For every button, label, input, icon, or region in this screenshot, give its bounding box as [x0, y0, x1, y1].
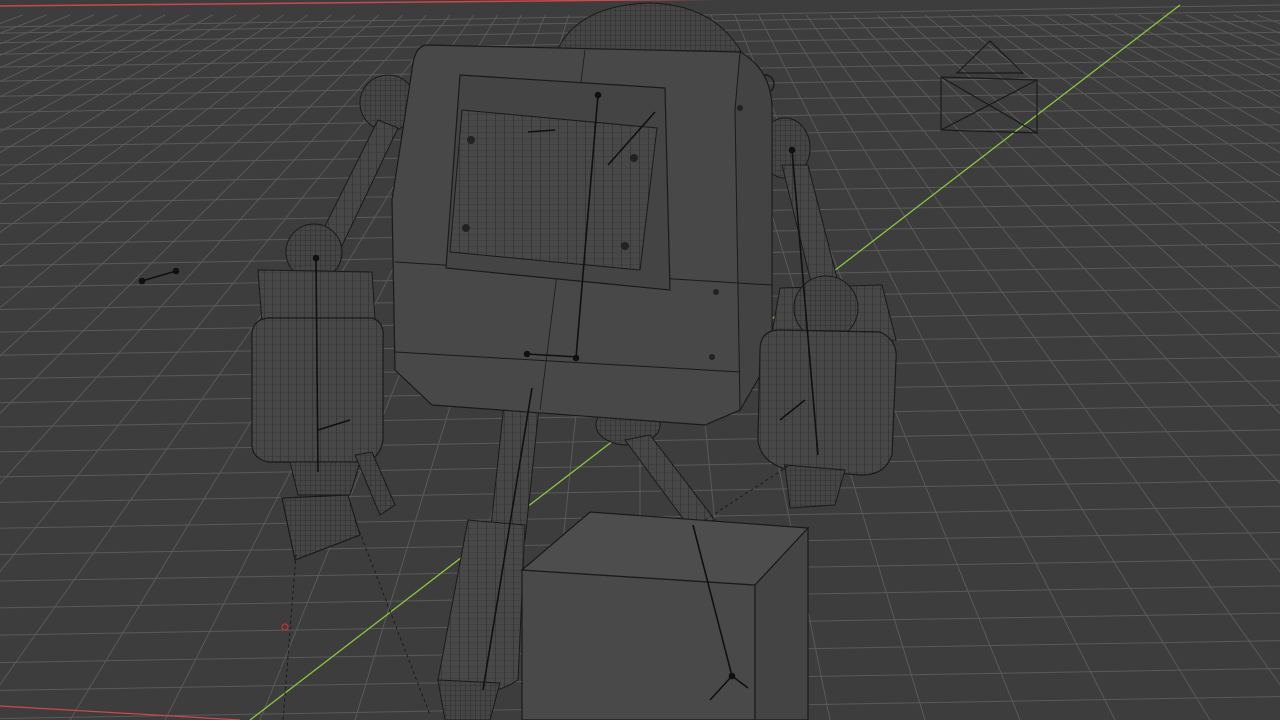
bolt	[709, 354, 715, 360]
robot-body[interactable]	[391, 44, 773, 426]
bolt	[630, 154, 638, 162]
box-front-face	[521, 569, 756, 720]
bolt	[467, 136, 475, 144]
box-object[interactable]	[520, 511, 810, 720]
bolt	[621, 242, 629, 250]
bolt	[737, 105, 743, 111]
3d-viewport[interactable]	[0, 0, 1280, 720]
viewport-canvas[interactable]	[0, 0, 1280, 720]
bolt	[713, 289, 719, 295]
bolt	[462, 224, 470, 232]
